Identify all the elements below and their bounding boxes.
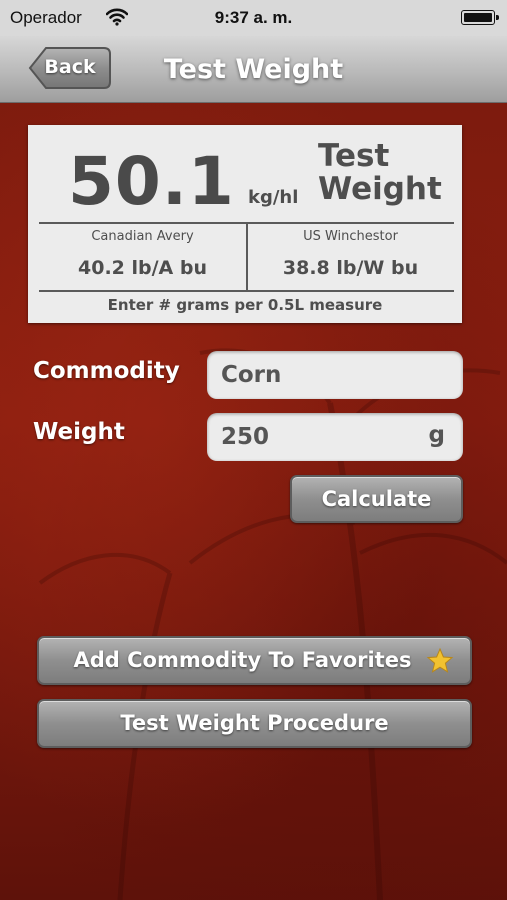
status-bar: Operador 9:37 a. m.: [0, 0, 507, 36]
add-to-favorites-button[interactable]: Add Commodity To Favorites: [37, 636, 472, 685]
commodity-field[interactable]: [207, 351, 463, 399]
weight-unit: g: [428, 422, 445, 448]
star-icon: [426, 647, 454, 673]
calculate-button[interactable]: Calculate: [290, 475, 463, 523]
test-weight-unit: kg/hl: [248, 187, 299, 208]
page-title: Test Weight: [163, 54, 344, 85]
test-weight-procedure-button[interactable]: Test Weight Procedure: [37, 699, 472, 748]
commodity-label: Commodity: [33, 358, 180, 384]
weight-input[interactable]: [219, 421, 423, 453]
test-weight-value: 50.1: [68, 143, 235, 220]
add-to-favorites-label: Add Commodity To Favorites: [73, 648, 412, 672]
canadian-header: Canadian Avery: [91, 229, 194, 244]
result-title-line2: Weight: [318, 171, 442, 207]
commodity-input[interactable]: [219, 359, 423, 391]
status-time: 9:37 a. m.: [214, 8, 293, 27]
result-card: 50.1 kg/hl Test Weight Canadian Avery US…: [28, 125, 462, 323]
weight-field[interactable]: g: [207, 413, 463, 461]
canadian-value: 40.2 lb/A bu: [78, 257, 207, 279]
us-header: US Winchestor: [303, 229, 398, 244]
battery-icon: [461, 10, 499, 25]
weight-label: Weight: [33, 419, 125, 445]
navigation-bar: Back Test Weight: [0, 36, 507, 103]
result-instruction: Enter # grams per 0.5L measure: [107, 296, 383, 314]
us-value: 38.8 lb/W bu: [282, 257, 419, 279]
result-title-line1: Test: [318, 138, 390, 174]
divider: [39, 290, 454, 292]
